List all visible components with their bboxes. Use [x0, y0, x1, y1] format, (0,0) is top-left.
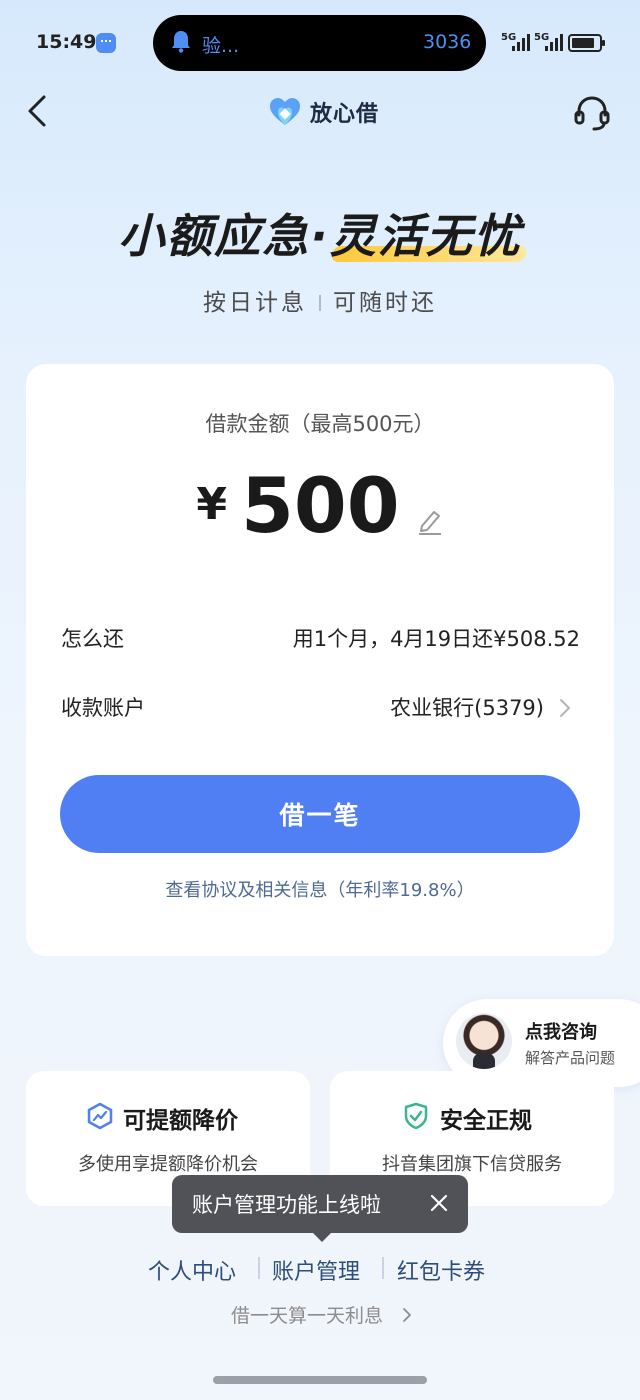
status-time: 15:49: [36, 31, 97, 53]
agreement-link[interactable]: 查看协议及相关信息（年利率19.8%）: [0, 876, 640, 902]
link-account-management[interactable]: 账户管理: [272, 1254, 360, 1286]
bell-icon: [172, 31, 190, 53]
feature-desc-limit: 多使用享提额降价机会: [78, 1154, 258, 1175]
feature-title-limit: 可提额降价: [123, 1108, 238, 1134]
receiving-account-label: 收款账户: [61, 696, 145, 720]
consult-subtitle[interactable]: 解答产品问题: [525, 1047, 615, 1068]
tooltip-text: 账户管理功能上线啦: [192, 1193, 381, 1217]
close-icon[interactable]: [428, 1192, 450, 1214]
subtitle-daily-interest: 按日计息: [203, 290, 307, 316]
link-coupons[interactable]: 红包卡券: [397, 1254, 485, 1286]
link-divider: [382, 1257, 384, 1279]
message-notification-icon: [96, 33, 116, 53]
currency-symbol: ¥: [196, 479, 227, 530]
brand-name: 放心借: [310, 102, 380, 127]
loan-card: [26, 364, 614, 956]
shield-check-icon: [404, 1102, 428, 1130]
subtitle-divider: [319, 295, 321, 311]
repay-method-label: 怎么还: [61, 627, 124, 651]
chevron-right-icon[interactable]: [558, 697, 572, 719]
subtitle-repay-anytime: 可随时还: [333, 290, 437, 316]
consult-title[interactable]: 点我咨询: [525, 1018, 597, 1044]
island-verification-code: 3036: [423, 31, 472, 53]
hero-subtitle: 按日计息 可随时还: [0, 283, 640, 317]
battery-icon: [568, 34, 605, 52]
link-divider: [258, 1257, 260, 1279]
chevron-right-icon[interactable]: [402, 1307, 412, 1323]
customer-service-headset-icon[interactable]: [572, 93, 612, 133]
loan-amount-label: 借款金额（最高500元）: [205, 412, 435, 436]
consultant-avatar[interactable]: [456, 1013, 512, 1069]
hero-title-main: 小额应急·: [118, 209, 330, 263]
edit-pencil-icon[interactable]: [416, 506, 444, 536]
borrow-button[interactable]: 借一笔: [60, 775, 580, 853]
feature-desc-safety: 抖音集团旗下信贷服务: [382, 1154, 562, 1175]
hero-title-highlight: 灵活无忧: [330, 200, 522, 266]
loan-amount-value[interactable]: 500: [241, 468, 400, 544]
brand-logo: 放心借: [268, 96, 379, 128]
signal-bars-icon: [512, 33, 530, 51]
island-notification-text: 验...: [202, 35, 240, 57]
heart-logo-icon: [270, 98, 300, 125]
back-arrow-icon[interactable]: [26, 94, 50, 128]
receiving-account-value[interactable]: 农业银行(5379): [390, 692, 544, 722]
feature-title-safety: 安全正规: [440, 1108, 532, 1134]
limit-increase-icon: [87, 1102, 113, 1130]
hero-title: 小额应急·灵活无忧: [0, 200, 640, 266]
home-indicator[interactable]: [213, 1376, 427, 1384]
repay-method-value[interactable]: 用1个月，4月19日还¥508.52: [293, 623, 580, 653]
loan-amount-display[interactable]: ¥ 500: [0, 468, 640, 544]
link-personal-center[interactable]: 个人中心: [148, 1254, 236, 1286]
daily-interest-link[interactable]: 借一天算一天利息: [231, 1301, 383, 1328]
signal-bars-icon: [545, 33, 563, 51]
